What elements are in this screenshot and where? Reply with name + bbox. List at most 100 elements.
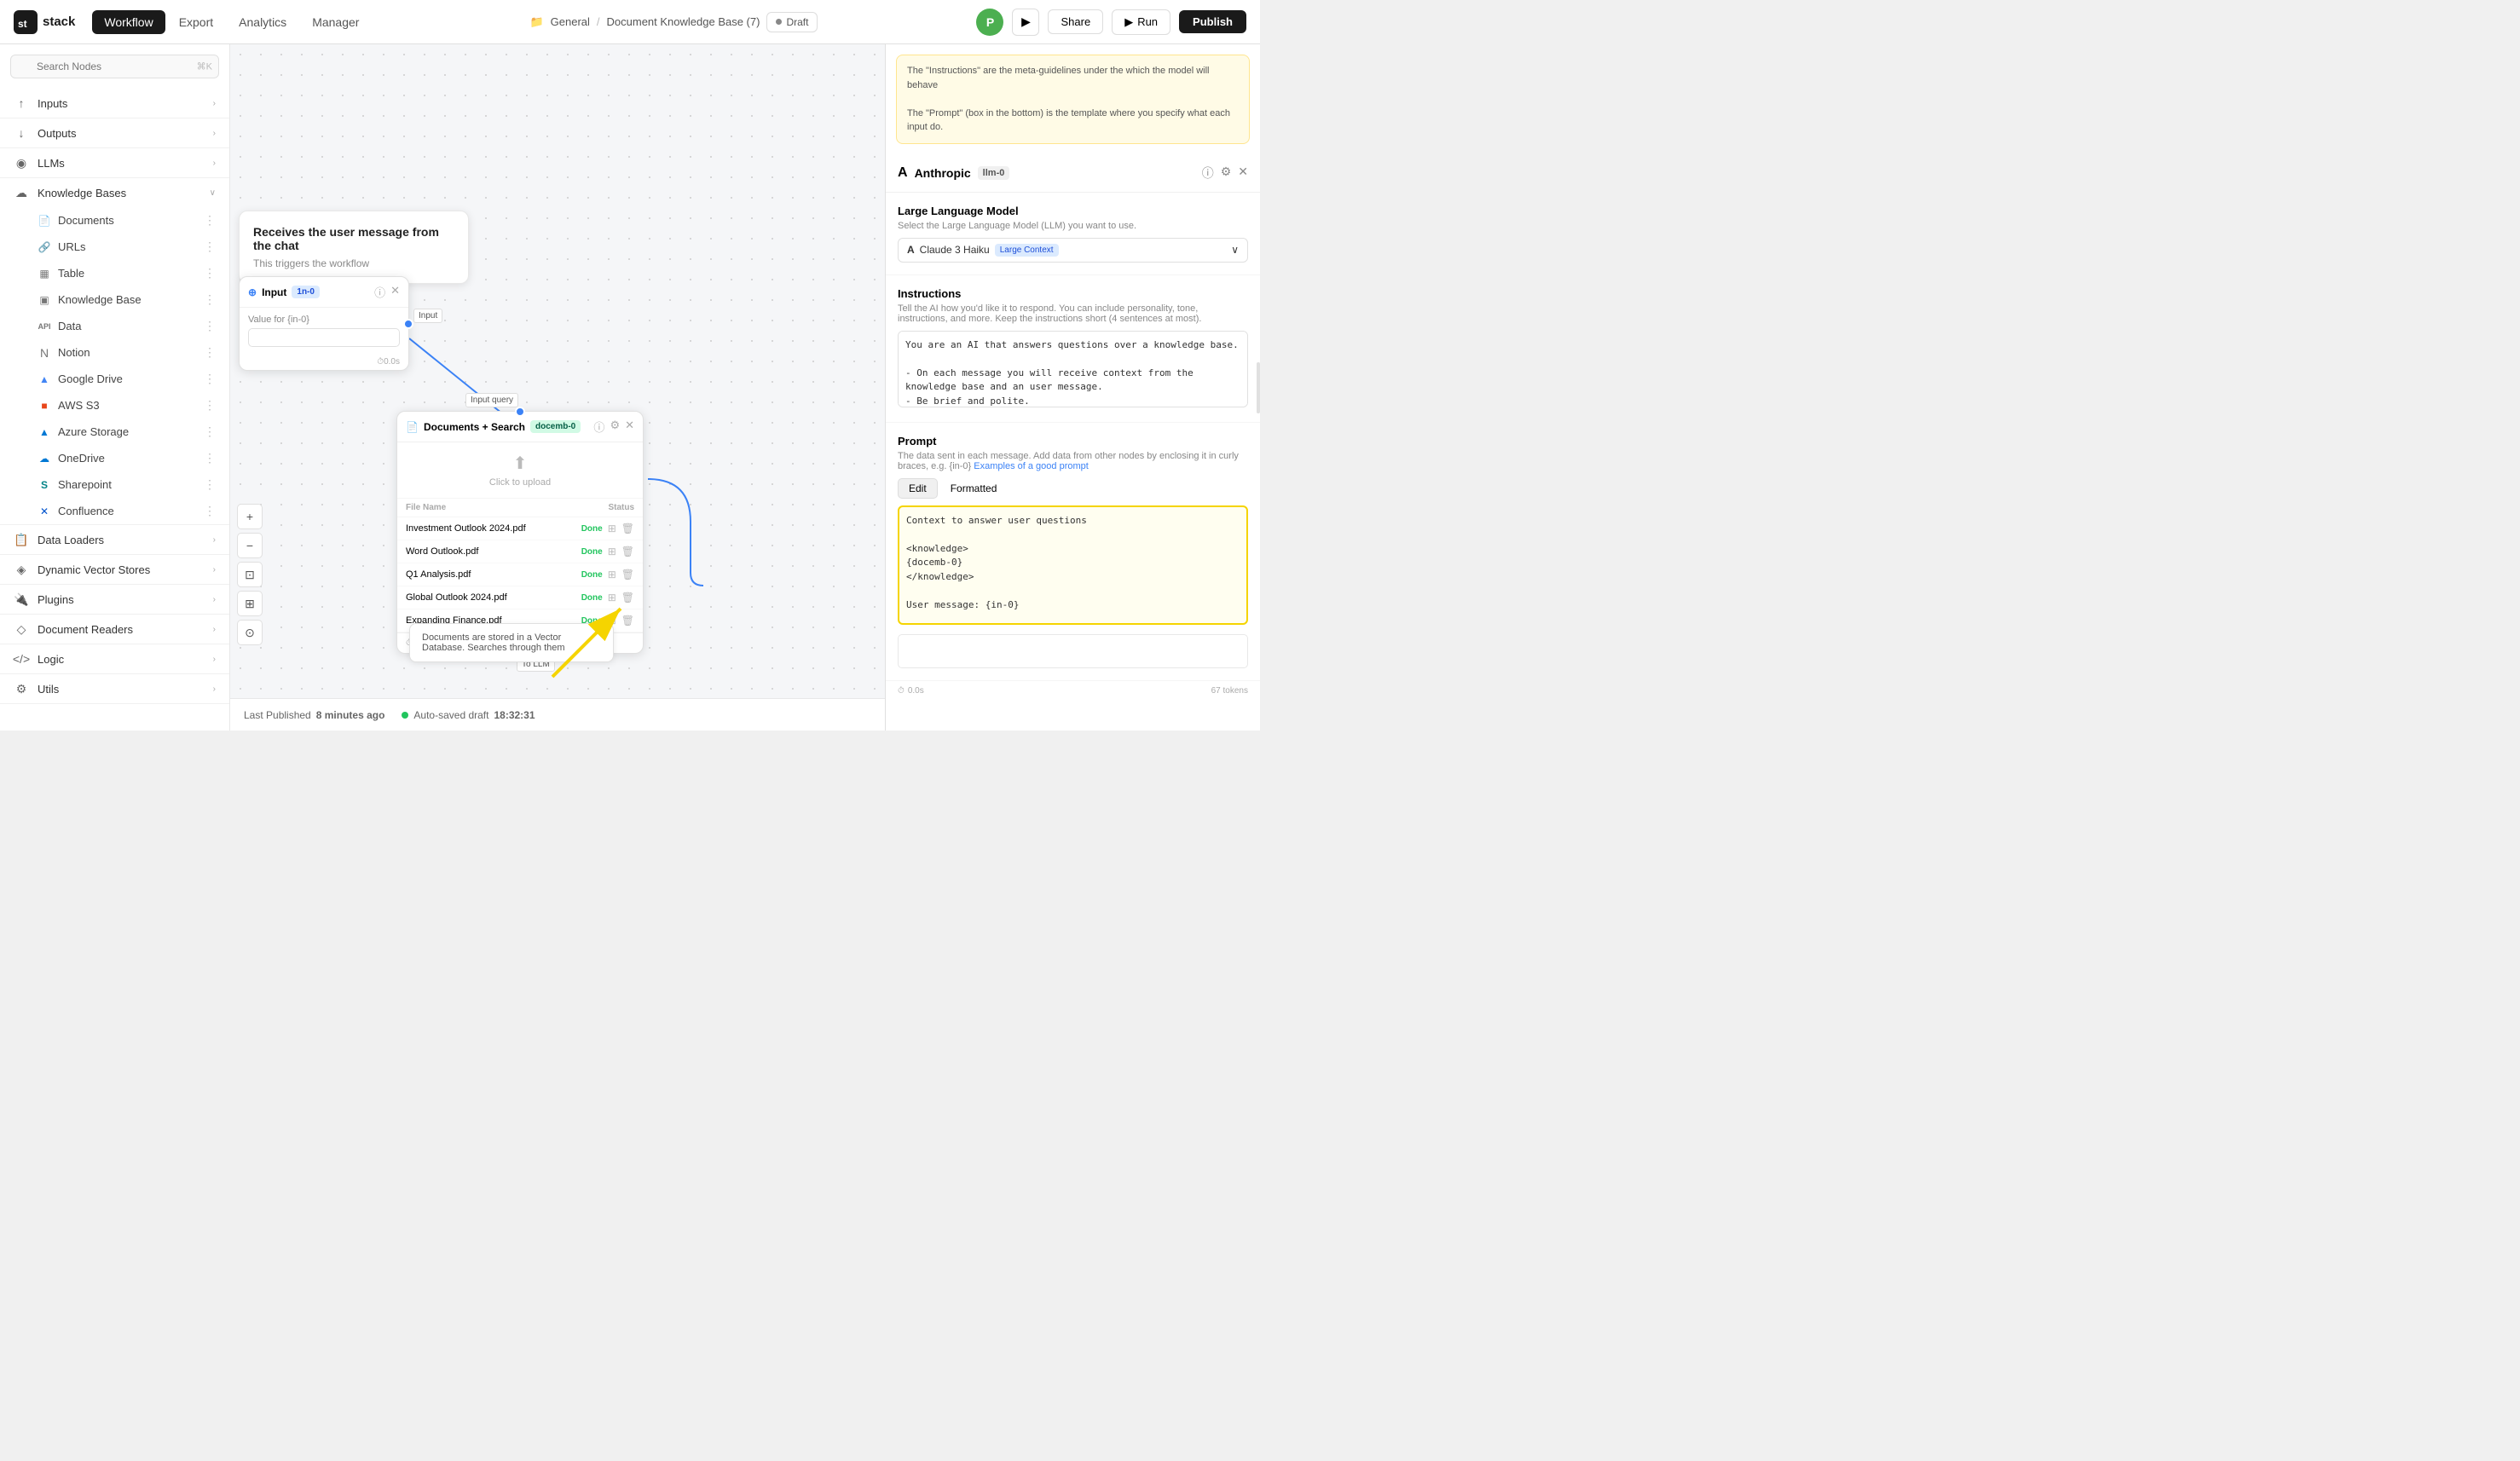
dots-menu-icon[interactable]: ⋮ (204, 213, 216, 228)
view-icon[interactable]: ⊞ (608, 523, 616, 534)
sidebar-item-urls[interactable]: 🔗 URLs ⋮ (0, 234, 229, 260)
canvas-area[interactable]: Receives the user message from the chat … (230, 44, 885, 730)
sidebar-item-data-loaders[interactable]: 📋 Data Loaders › (0, 525, 229, 554)
gdrive-icon: ▲ (38, 372, 51, 386)
view-icon[interactable]: ⊞ (608, 546, 616, 557)
kb-icon: ▣ (38, 293, 51, 307)
chevron-right-icon: › (213, 129, 216, 138)
sidebar-item-plugins[interactable]: 🔌 Plugins › (0, 585, 229, 614)
draft-label: Draft (786, 16, 808, 28)
col-status: Status (608, 503, 634, 512)
view-icon[interactable]: ⊞ (608, 592, 616, 603)
draft-badge[interactable]: Draft (766, 12, 818, 32)
dots-menu-icon[interactable]: ⋮ (204, 372, 216, 386)
sidebar-item-utils[interactable]: ⚙ Utils › (0, 674, 229, 703)
time-value: 0.0s (908, 686, 924, 696)
dots-menu-icon[interactable]: ⋮ (204, 398, 216, 413)
sidebar-item-confluence[interactable]: ✕ Confluence ⋮ (0, 498, 229, 524)
model-badge: Large Context (995, 244, 1059, 257)
input-node-header: ⊕ Input 1n-0 ⓘ ✕ (240, 277, 408, 308)
settings-tool[interactable]: ⊙ (237, 620, 263, 645)
nav-tab-analytics[interactable]: Analytics (227, 10, 298, 34)
publish-button[interactable]: Publish (1179, 10, 1246, 33)
sidebar-item-aws-s3[interactable]: ■ AWS S3 ⋮ (0, 392, 229, 419)
sidebar-item-documents[interactable]: 📄 Documents ⋮ (0, 207, 229, 234)
gear-icon[interactable]: ⚙ (1221, 165, 1232, 182)
model-select[interactable]: A Claude 3 Haiku Large Context ∨ (898, 238, 1248, 263)
prompt-sub: The data sent in each message. Add data … (898, 451, 1248, 471)
close-icon[interactable]: ✕ (625, 419, 634, 435)
sidebar-item-data[interactable]: API Data ⋮ (0, 313, 229, 339)
dots-menu-icon[interactable]: ⋮ (204, 451, 216, 465)
urls-icon: 🔗 (38, 240, 51, 254)
sidebar-item-knowledge-bases[interactable]: ☁ Knowledge Bases ∨ (0, 178, 229, 207)
prompt-link[interactable]: Examples of a good prompt (974, 461, 1089, 471)
sidebar-section-outputs: ↓ Outputs › (0, 118, 229, 148)
instructions-textarea[interactable]: You are an AI that answers questions ove… (898, 331, 1248, 407)
sidebar-item-inputs[interactable]: ↑ Inputs › (0, 89, 229, 118)
info-icon[interactable]: ⓘ (1202, 165, 1214, 182)
auto-saved-group: Auto-saved draft 18:32:31 (402, 709, 535, 721)
sidebar-section-data-loaders: 📋 Data Loaders › (0, 525, 229, 555)
search-input[interactable] (10, 55, 219, 78)
breadcrumb-doc[interactable]: Document Knowledge Base (7) (607, 15, 760, 28)
delete-icon[interactable]: 🗑 (621, 546, 634, 557)
nav-tab-workflow[interactable]: Workflow (92, 10, 165, 34)
delete-icon[interactable]: 🗑 (621, 523, 634, 534)
documents-icon: 📄 (38, 214, 51, 228)
input-port (515, 407, 525, 417)
dots-menu-icon[interactable]: ⋮ (204, 424, 216, 439)
dots-menu-icon[interactable]: ⋮ (204, 504, 216, 518)
sidebar-item-dynamic-vector-stores[interactable]: ◈ Dynamic Vector Stores › (0, 555, 229, 584)
dots-menu-icon[interactable]: ⋮ (204, 240, 216, 254)
sidebar-item-onedrive[interactable]: ☁ OneDrive ⋮ (0, 445, 229, 471)
view-icon[interactable]: ⊞ (608, 569, 616, 580)
fit-tool[interactable]: ⊡ (237, 562, 263, 587)
docs-upload-area[interactable]: ⬆ Click to upload (397, 442, 643, 499)
sidebar-item-sharepoint[interactable]: S Sharepoint ⋮ (0, 471, 229, 498)
close-icon[interactable]: ✕ (1238, 165, 1248, 182)
input-value-field[interactable] (248, 328, 400, 347)
run-icon: ▶ (1124, 15, 1133, 29)
sidebar-item-azure-storage[interactable]: ▲ Azure Storage ⋮ (0, 419, 229, 445)
nav-tab-export[interactable]: Export (167, 10, 225, 34)
tab-edit[interactable]: Edit (898, 478, 938, 499)
sidebar-item-google-drive[interactable]: ▲ Google Drive ⋮ (0, 366, 229, 392)
nav-tab-manager[interactable]: Manager (300, 10, 371, 34)
info-icon[interactable]: ⓘ (593, 419, 604, 435)
prompt-bottom-input[interactable] (898, 634, 1248, 668)
delete-icon[interactable]: 🗑 (621, 569, 634, 580)
tab-formatted[interactable]: Formatted (939, 478, 1009, 499)
dots-menu-icon[interactable]: ⋮ (204, 292, 216, 307)
inputs-icon: ↑ (14, 95, 29, 111)
sidebar-item-logic[interactable]: </> Logic › (0, 644, 229, 673)
cursor-tool-button[interactable]: ▶ (1012, 9, 1039, 36)
delete-icon[interactable]: 🗑 (621, 592, 634, 603)
close-icon[interactable]: ✕ (390, 284, 400, 300)
share-button[interactable]: Share (1048, 9, 1103, 34)
trigger-subtitle: This triggers the workflow (253, 257, 454, 269)
auto-saved-label: Auto-saved draft (413, 709, 488, 721)
delete-icon[interactable]: 🗑 (621, 615, 634, 627)
sidebar-item-notion[interactable]: N Notion ⋮ (0, 339, 229, 366)
info-icon[interactable]: ⓘ (374, 284, 385, 300)
grid-tool[interactable]: ⊞ (237, 591, 263, 616)
chevron-down-icon: ∨ (210, 188, 216, 198)
prompt-textarea[interactable]: Context to answer user questions <knowle… (898, 505, 1248, 625)
run-button[interactable]: ▶ Run (1112, 9, 1170, 35)
sidebar-item-table[interactable]: ▦ Table ⋮ (0, 260, 229, 286)
gear-icon[interactable]: ⚙ (610, 419, 620, 435)
sidebar-item-outputs[interactable]: ↓ Outputs › (0, 118, 229, 147)
breadcrumb-folder[interactable]: General (551, 15, 590, 28)
dots-menu-icon[interactable]: ⋮ (204, 319, 216, 333)
sidebar-item-document-readers[interactable]: ◇ Document Readers › (0, 615, 229, 644)
remove-tool[interactable]: − (237, 533, 263, 558)
dots-menu-icon[interactable]: ⋮ (204, 345, 216, 360)
dots-menu-icon[interactable]: ⋮ (204, 266, 216, 280)
onedrive-icon: ☁ (38, 452, 51, 465)
sidebar-item-knowledge-base[interactable]: ▣ Knowledge Base ⋮ (0, 286, 229, 313)
status-badge: Done (581, 547, 603, 557)
add-tool[interactable]: + (237, 504, 263, 529)
sidebar-item-llms[interactable]: ◉ LLMs › (0, 148, 229, 177)
dots-menu-icon[interactable]: ⋮ (204, 477, 216, 492)
